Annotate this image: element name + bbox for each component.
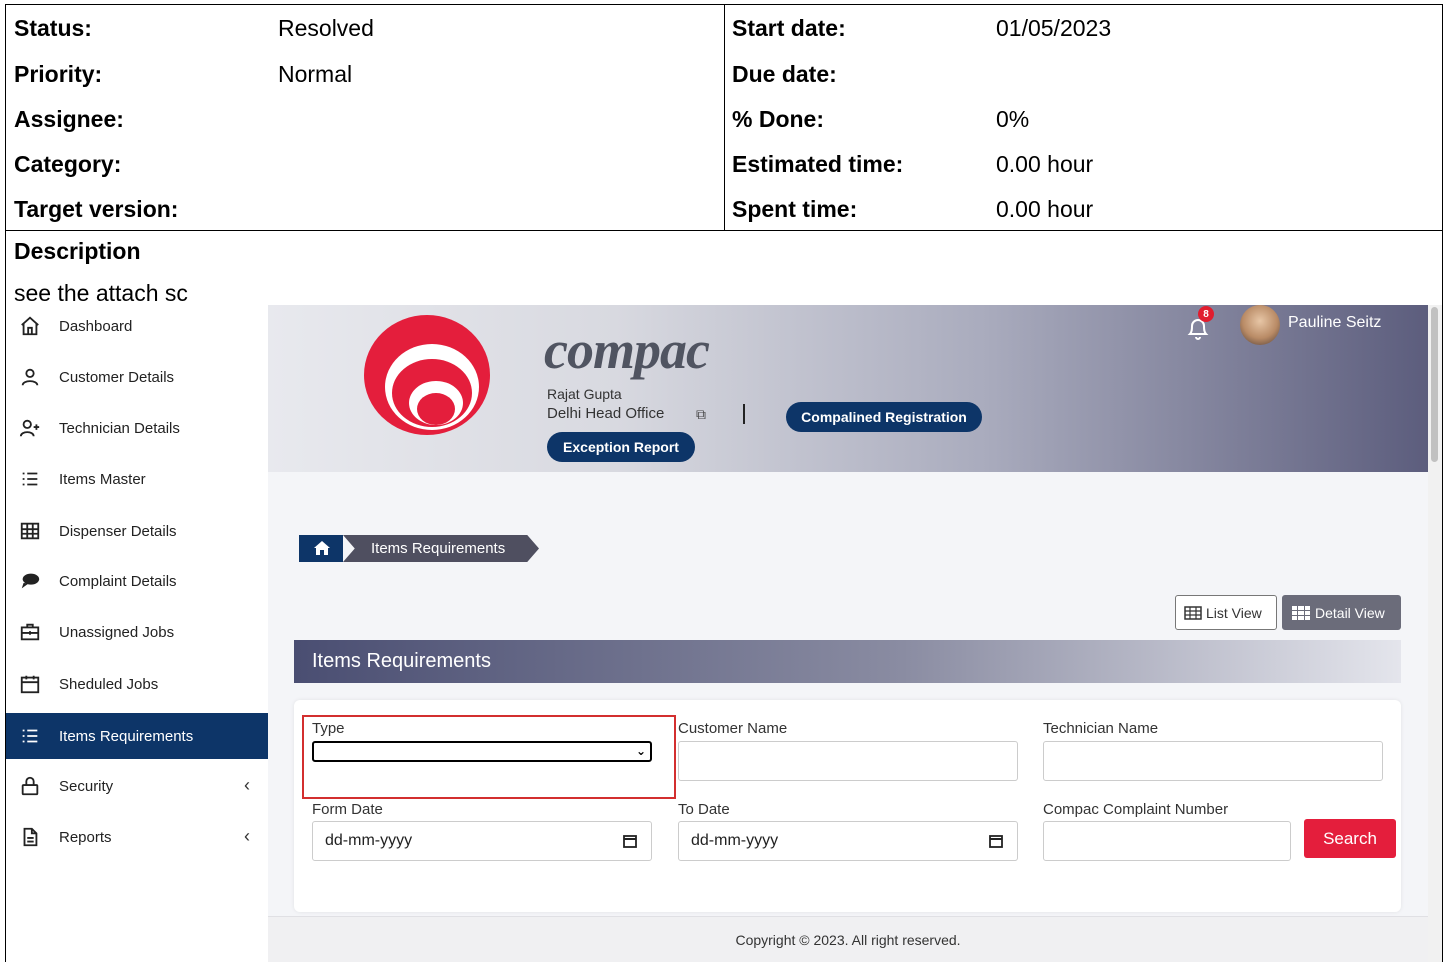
- target-version-label: Target version:: [14, 196, 179, 222]
- sidebar-item-label: Complaint Details: [59, 572, 177, 590]
- sidebar-item-label: Reports: [59, 828, 112, 846]
- attached-screenshot: Dashboard Customer Details Technician De…: [6, 305, 1442, 962]
- sidebar-item-label: Sheduled Jobs: [59, 675, 159, 693]
- issue-attributes-table: Status: Resolved Priority: Normal Assign…: [5, 4, 1443, 231]
- home-icon: [18, 314, 42, 338]
- complaint-registration-button[interactable]: Compalined Registration: [786, 402, 982, 432]
- sidebar-item-items-master[interactable]: Items Master: [6, 456, 268, 502]
- grid-icon: [1292, 605, 1310, 620]
- sidebar-item-customer-details[interactable]: Customer Details: [6, 354, 268, 400]
- status-value: Resolved: [278, 15, 374, 41]
- copy-icon[interactable]: ⧉: [696, 406, 706, 423]
- scrollbar[interactable]: [1428, 305, 1442, 962]
- sidebar-item-security[interactable]: Security ‹: [6, 763, 268, 809]
- search-button[interactable]: Search: [1304, 819, 1396, 858]
- description-title: Description: [14, 238, 141, 264]
- spent-time-label: Spent time:: [732, 196, 858, 222]
- estimated-time-label: Estimated time:: [732, 151, 904, 177]
- card-header: Items Requirements: [294, 640, 1401, 683]
- to-date-placeholder: dd-mm-yyyy: [691, 832, 779, 849]
- done-label: % Done:: [732, 106, 824, 132]
- user-name-small: Rajat Gupta: [547, 386, 622, 402]
- notification-badge: 8: [1198, 306, 1214, 322]
- header-banner: compac Rajat Gupta Delhi Head Office ⧉ C…: [268, 305, 1428, 472]
- chat-icon: [18, 569, 42, 593]
- estimated-time-value: 0.00 hour: [996, 151, 1094, 177]
- breadcrumb-current: Items Requirements: [343, 535, 539, 562]
- brand-name: compac: [544, 320, 710, 380]
- customer-name-input[interactable]: [678, 741, 1018, 781]
- to-date-label: To Date: [678, 801, 730, 818]
- description-text: see the attach sc: [14, 280, 188, 306]
- status-label: Status:: [14, 15, 92, 41]
- detail-view-button[interactable]: Detail View: [1282, 595, 1401, 630]
- sidebar-item-label: Security: [59, 777, 114, 795]
- calendar-icon[interactable]: [623, 834, 637, 848]
- grid-icon: [18, 519, 42, 543]
- sidebar-item-complaint-details[interactable]: Complaint Details: [6, 558, 268, 604]
- sidebar-item-label: Customer Details: [59, 368, 175, 386]
- exception-report-button[interactable]: Exception Report: [547, 432, 695, 462]
- office-name: Delhi Head Office: [547, 405, 665, 422]
- calendar-icon: [18, 672, 42, 696]
- sidebar-item-items-requirements[interactable]: Items Requirements: [6, 713, 268, 759]
- start-date-value: 01/05/2023: [996, 15, 1112, 41]
- sidebar-item-dispenser-details[interactable]: Dispenser Details: [6, 508, 268, 554]
- sidebar-item-technician-details[interactable]: Technician Details: [6, 405, 268, 451]
- list-view-label: List View: [1206, 604, 1262, 621]
- spent-time-value: 0.00 hour: [996, 196, 1094, 222]
- breadcrumb-home[interactable]: [299, 535, 343, 562]
- scrollbar-thumb[interactable]: [1431, 307, 1438, 462]
- technician-name-input[interactable]: [1043, 741, 1383, 781]
- sidebar-item-sheduled-jobs[interactable]: Sheduled Jobs: [6, 661, 268, 707]
- from-date-label: Form Date: [312, 801, 383, 818]
- sidebar-item-label: Items Requirements: [59, 727, 194, 745]
- chevron-left-icon: ‹: [244, 826, 250, 846]
- list-icon: [18, 724, 42, 748]
- sidebar-item-label: Dispenser Details: [59, 522, 177, 540]
- sidebar-item-label: Dashboard: [59, 317, 133, 335]
- sidebar-item-label: Unassigned Jobs: [59, 623, 175, 641]
- briefcase-icon: [18, 620, 42, 644]
- from-date-placeholder: dd-mm-yyyy: [325, 832, 413, 849]
- list-view-button[interactable]: List View: [1175, 595, 1277, 630]
- annotation-highlight-box: [302, 715, 676, 799]
- start-date-label: Start date:: [732, 15, 846, 41]
- lock-icon: [18, 774, 42, 798]
- sidebar-item-dashboard[interactable]: Dashboard: [6, 305, 268, 349]
- sidebar: Dashboard Customer Details Technician De…: [6, 305, 268, 962]
- to-date-input[interactable]: dd-mm-yyyy: [678, 821, 1018, 861]
- document-icon: [18, 825, 42, 849]
- divider: [743, 404, 745, 424]
- assignee-label: Assignee:: [14, 106, 124, 132]
- from-date-input[interactable]: dd-mm-yyyy: [312, 821, 652, 861]
- category-label: Category:: [14, 151, 122, 177]
- avatar[interactable]: [1240, 305, 1280, 345]
- calendar-icon[interactable]: [989, 834, 1003, 848]
- user-icon: [18, 365, 42, 389]
- due-date-label: Due date:: [732, 61, 837, 87]
- complaint-number-input[interactable]: [1043, 821, 1291, 861]
- priority-value: Normal: [278, 61, 353, 87]
- priority-label: Priority:: [14, 61, 103, 87]
- home-icon: [314, 541, 330, 555]
- user-name[interactable]: Pauline Seitz: [1288, 314, 1381, 332]
- sidebar-item-label: Items Master: [59, 470, 146, 488]
- user-plus-icon: [18, 416, 42, 440]
- complaint-number-label: Compac Complaint Number: [1043, 801, 1229, 818]
- detail-view-label: Detail View: [1315, 604, 1385, 621]
- sidebar-item-label: Technician Details: [59, 419, 180, 437]
- chevron-left-icon: ‹: [244, 775, 250, 795]
- card-title: Items Requirements: [312, 650, 491, 672]
- table-icon: [1184, 605, 1202, 620]
- footer-copyright: Copyright © 2023. All right reserved.: [268, 916, 1428, 962]
- sidebar-item-unassigned-jobs[interactable]: Unassigned Jobs: [6, 609, 268, 655]
- done-value: 0%: [996, 106, 1030, 132]
- column-divider: [724, 5, 725, 230]
- sidebar-item-reports[interactable]: Reports ‹: [6, 814, 268, 860]
- compac-logo-icon: [364, 315, 490, 435]
- customer-name-label: Customer Name: [678, 720, 788, 737]
- technician-name-label: Technician Name: [1043, 720, 1159, 737]
- list-icon: [18, 467, 42, 491]
